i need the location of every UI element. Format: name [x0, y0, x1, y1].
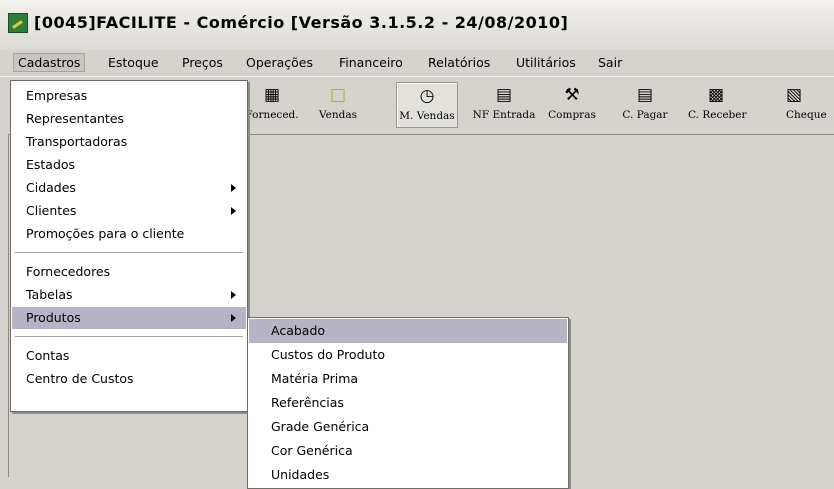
submenu-item-materia-prima[interactable]: Matéria Prima — [249, 367, 567, 391]
menu-item-cidades[interactable]: Cidades — [12, 177, 246, 199]
menu-operacoes[interactable]: Operações — [246, 55, 313, 70]
supplier-icon: ▦ — [263, 85, 281, 105]
menu-utilitarios[interactable]: Utilitários — [516, 55, 576, 70]
toolbar-button-cheque[interactable]: ▧ Cheque — [774, 82, 834, 126]
produtos-submenu: Acabado Custos do Produto Matéria Prima … — [247, 317, 569, 489]
menu-cadastros[interactable]: Cadastros — [13, 53, 86, 72]
submenu-arrow-icon — [231, 291, 236, 299]
menu-financeiro[interactable]: Financeiro — [339, 55, 403, 70]
submenu-arrow-icon — [231, 207, 236, 215]
menu-estoque[interactable]: Estoque — [108, 55, 159, 70]
sales-icon: □ — [329, 85, 347, 105]
menu-item-promocoes[interactable]: Promoções para o cliente — [12, 223, 246, 245]
menu-separator — [15, 336, 243, 338]
menu-item-estados[interactable]: Estados — [12, 154, 246, 176]
window-title: [0045]FACILITE - Comércio [Versão 3.1.5.… — [34, 13, 569, 32]
submenu-item-referencias[interactable]: Referências — [249, 391, 567, 415]
menu-item-clientes[interactable]: Clientes — [12, 200, 246, 222]
menu-separator — [15, 252, 243, 254]
menu-relatorios[interactable]: Relatórios — [428, 55, 490, 70]
toolbar-button-c-pagar[interactable]: ▤ C. Pagar — [620, 82, 670, 126]
purchases-icon: ⚒ — [564, 85, 580, 105]
submenu-arrow-icon — [231, 314, 236, 322]
app-logo-icon[interactable] — [8, 13, 28, 33]
menu-sair[interactable]: Sair — [598, 55, 622, 70]
menu-item-produtos[interactable]: Produtos — [12, 307, 246, 329]
menu-item-fornecedores[interactable]: Fornecedores — [12, 261, 246, 283]
sales-clock-icon: ◷ — [419, 86, 435, 106]
submenu-item-cor-generica[interactable]: Cor Genérica — [249, 439, 567, 463]
submenu-arrow-icon — [231, 184, 236, 192]
menu-item-centro-de-custos[interactable]: Centro de Custos — [12, 368, 246, 390]
submenu-item-custos-do-produto[interactable]: Custos do Produto — [249, 343, 567, 367]
menu-item-contas[interactable]: Contas — [12, 345, 246, 367]
menu-bar: Cadastros Estoque Preços Operações Finan… — [0, 50, 834, 77]
title-bar: [0045]FACILITE - Comércio [Versão 3.1.5.… — [0, 0, 834, 51]
toolbar-button-nf-entrada[interactable]: ▤ NF Entrada — [472, 82, 536, 126]
payables-icon: ▤ — [636, 85, 654, 105]
receivables-icon: ▩ — [707, 85, 725, 105]
submenu-item-grade-generica[interactable]: Grade Genérica — [249, 415, 567, 439]
toolbar: ▦ Forneced. □ Vendas ◷ M. Vendas ▤ NF En… — [240, 82, 834, 128]
menu-item-empresas[interactable]: Empresas — [12, 85, 246, 107]
toolbar-button-vendas[interactable]: □ Vendas — [316, 82, 360, 126]
toolbar-button-compras[interactable]: ⚒ Compras — [546, 82, 598, 126]
check-icon: ▧ — [786, 85, 803, 105]
invoice-entry-icon: ▤ — [495, 85, 513, 105]
menu-precos[interactable]: Preços — [182, 55, 223, 70]
toolbar-button-m-vendas[interactable]: ◷ M. Vendas — [396, 82, 458, 128]
submenu-item-unidades[interactable]: Unidades — [249, 463, 567, 487]
cadastros-dropdown: Empresas Representantes Transportadoras … — [10, 80, 248, 412]
menu-item-transportadoras[interactable]: Transportadoras — [12, 131, 246, 153]
menu-item-representantes[interactable]: Representantes — [12, 108, 246, 130]
toolbar-button-c-receber[interactable]: ▩ C. Receber — [688, 82, 747, 126]
toolbar-button-fornecedores[interactable]: ▦ Forneced. — [244, 82, 300, 126]
menu-item-tabelas[interactable]: Tabelas — [12, 284, 246, 306]
submenu-item-acabado[interactable]: Acabado — [249, 319, 567, 343]
